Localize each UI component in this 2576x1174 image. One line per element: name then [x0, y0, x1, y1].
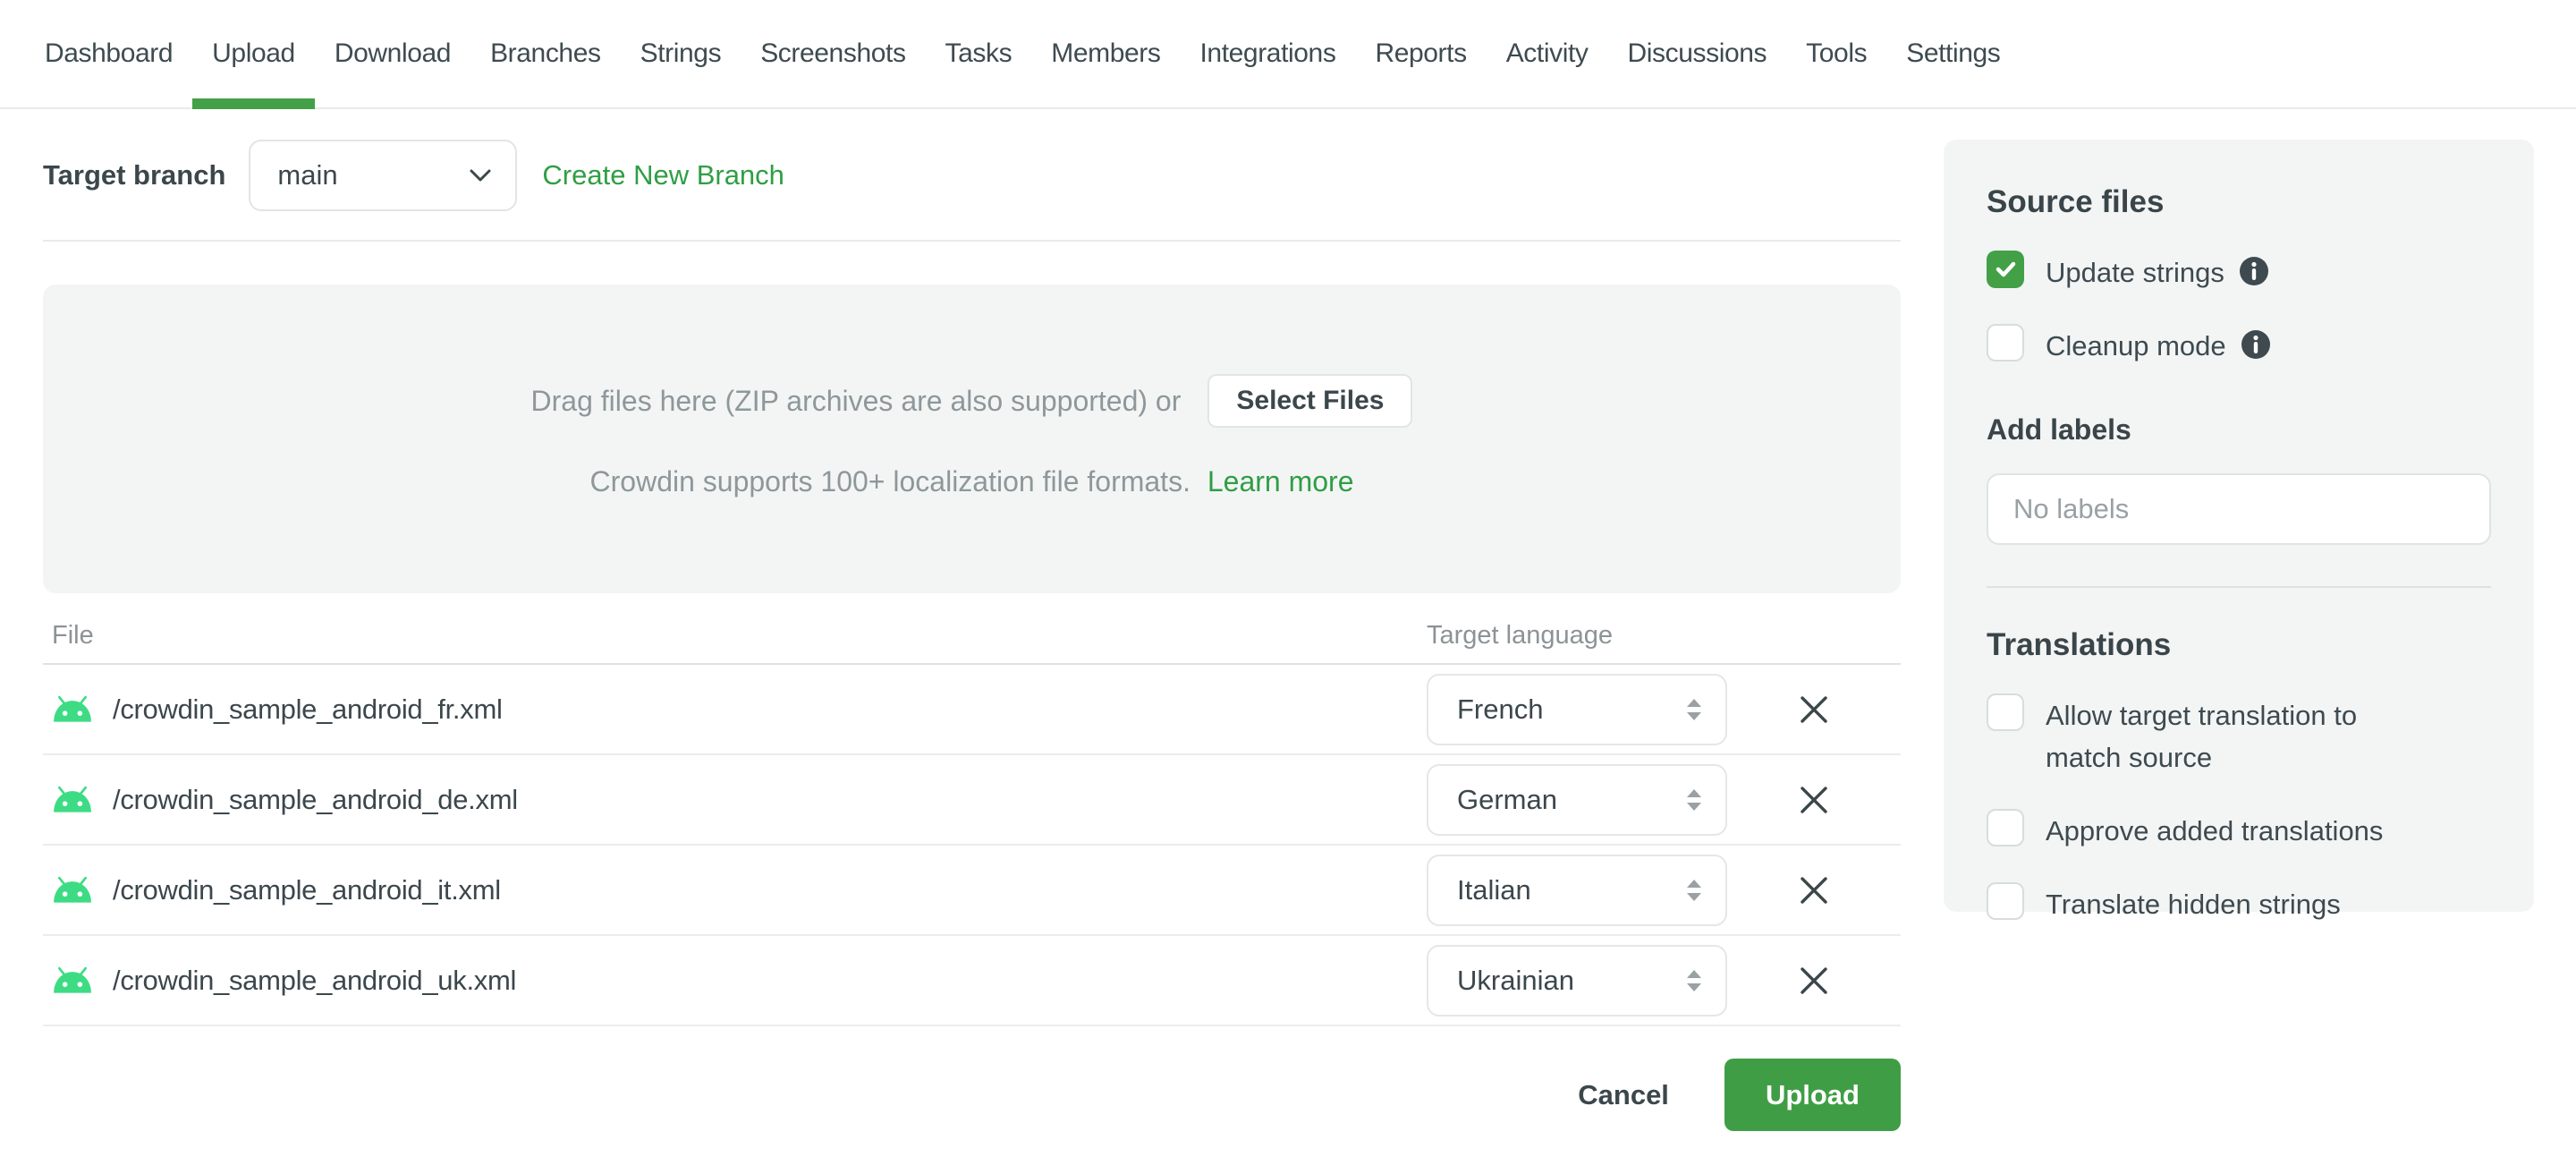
- translations-title: Translations: [1987, 627, 2172, 662]
- learn-more-link[interactable]: Learn more: [1208, 465, 1354, 498]
- tab-upload[interactable]: Upload: [192, 0, 315, 109]
- uploaded-files-table: File Target language /crowdin_sample_and…: [43, 608, 1901, 1026]
- file-cell: /crowdin_sample_android_it.xml: [43, 874, 1427, 906]
- file-cell: /crowdin_sample_android_de.xml: [43, 784, 1427, 816]
- file-cell: /crowdin_sample_android_uk.xml: [43, 965, 1427, 997]
- section-divider: [43, 240, 1901, 242]
- remove-file-button[interactable]: [1785, 952, 1843, 1009]
- close-icon: [1801, 695, 1827, 723]
- tab-activity[interactable]: Activity: [1487, 0, 1608, 107]
- dropzone-instruction: Drag files here (ZIP archives are also s…: [530, 384, 1182, 417]
- update-strings-option: Update strings: [1987, 251, 2491, 294]
- tab-dashboard[interactable]: Dashboard: [25, 0, 192, 107]
- target-language-select[interactable]: German: [1427, 763, 1727, 836]
- target-language-select[interactable]: French: [1427, 673, 1727, 745]
- tab-settings[interactable]: Settings: [1886, 0, 2020, 107]
- file-cell: /crowdin_sample_android_fr.xml: [43, 693, 1427, 726]
- update-strings-checkbox[interactable]: [1987, 251, 2024, 288]
- tab-discussions[interactable]: Discussions: [1608, 0, 1787, 107]
- table-row: /crowdin_sample_android_fr.xml French: [43, 665, 1901, 755]
- table-row: /crowdin_sample_android_uk.xml Ukrainian: [43, 936, 1901, 1026]
- close-icon: [1801, 786, 1827, 813]
- translate-hidden-label: Translate hidden strings: [2046, 889, 2341, 920]
- target-language-value: German: [1457, 783, 1557, 815]
- remove-file-button[interactable]: [1785, 681, 1843, 738]
- cleanup-mode-label: Cleanup mode: [2046, 330, 2226, 362]
- select-files-button[interactable]: Select Files: [1208, 374, 1413, 428]
- translate-hidden-option: Translate hidden strings: [1987, 882, 2491, 925]
- table-header: File Target language: [43, 608, 1901, 665]
- select-arrows-icon: [1687, 788, 1701, 811]
- target-language-value: Ukrainian: [1457, 964, 1574, 996]
- android-file-icon: [54, 786, 91, 812]
- tab-strings[interactable]: Strings: [621, 0, 741, 107]
- allow-match-source-option: Allow target translation to match source: [1987, 693, 2491, 778]
- target-language-select[interactable]: Italian: [1427, 854, 1727, 926]
- tab-download[interactable]: Download: [315, 0, 470, 107]
- tab-screenshots[interactable]: Screenshots: [741, 0, 925, 107]
- android-file-icon: [54, 695, 91, 722]
- tab-reports[interactable]: Reports: [1355, 0, 1486, 107]
- upload-button[interactable]: Upload: [1724, 1059, 1901, 1131]
- target-branch-row: Target branch main Create New Branch: [43, 140, 1901, 211]
- check-icon: [1996, 261, 2016, 277]
- tab-tasks[interactable]: Tasks: [926, 0, 1032, 107]
- upload-options-panel: Source files Update strings Cleanup mode…: [1944, 140, 2534, 920]
- update-strings-label: Update strings: [2046, 257, 2224, 288]
- sidebar-divider: [1987, 586, 2491, 588]
- approve-added-label: Approve added translations: [2046, 815, 2384, 846]
- translate-hidden-checkbox[interactable]: [1987, 882, 2024, 920]
- target-branch-select[interactable]: main: [249, 140, 518, 211]
- column-header-language: Target language: [1427, 620, 1613, 650]
- tab-members[interactable]: Members: [1031, 0, 1180, 107]
- cleanup-mode-checkbox[interactable]: [1987, 324, 2024, 362]
- tab-branches[interactable]: Branches: [470, 0, 621, 107]
- approve-added-option: Approve added translations: [1987, 809, 2491, 852]
- target-language-value: French: [1457, 693, 1544, 725]
- approve-added-checkbox[interactable]: [1987, 809, 2024, 846]
- select-arrows-icon: [1687, 969, 1701, 991]
- dropzone-instruction-row: Drag files here (ZIP archives are also s…: [531, 374, 1413, 428]
- labels-input[interactable]: [1987, 473, 2491, 545]
- add-labels-title: Add labels: [1987, 413, 2131, 446]
- cancel-button[interactable]: Cancel: [1578, 1079, 1669, 1111]
- upload-main-panel: Target branch main Create New Branch Dra…: [43, 109, 1901, 1131]
- file-name: /crowdin_sample_android_de.xml: [113, 783, 518, 815]
- file-name: /crowdin_sample_android_uk.xml: [113, 964, 517, 996]
- cleanup-mode-option: Cleanup mode: [1987, 324, 2491, 367]
- target-branch-value: main: [277, 159, 338, 191]
- project-tab-bar: Dashboard Upload Download Branches Strin…: [0, 0, 2576, 109]
- table-row: /crowdin_sample_android_de.xml German: [43, 755, 1901, 846]
- target-language-select[interactable]: Ukrainian: [1427, 944, 1727, 1017]
- close-icon: [1801, 876, 1827, 904]
- allow-match-source-checkbox[interactable]: [1987, 693, 2024, 731]
- formats-note: Crowdin supports 100+ localization file …: [590, 465, 1354, 498]
- chevron-down-icon: [470, 169, 491, 182]
- form-actions: Cancel Upload: [43, 1059, 1901, 1131]
- select-arrows-icon: [1687, 698, 1701, 720]
- allow-match-source-label: Allow target translation to match source: [2046, 700, 2358, 773]
- create-new-branch-link[interactable]: Create New Branch: [542, 159, 784, 191]
- target-branch-label: Target branch: [43, 159, 226, 191]
- tab-integrations[interactable]: Integrations: [1180, 0, 1355, 107]
- file-name: /crowdin_sample_android_fr.xml: [113, 693, 503, 725]
- file-dropzone[interactable]: Drag files here (ZIP archives are also s…: [43, 285, 1901, 593]
- file-name: /crowdin_sample_android_it.xml: [113, 873, 501, 906]
- remove-file-button[interactable]: [1785, 862, 1843, 919]
- tab-tools[interactable]: Tools: [1786, 0, 1886, 107]
- formats-text: Crowdin supports 100+ localization file …: [589, 465, 1191, 498]
- close-icon: [1801, 966, 1827, 994]
- select-arrows-icon: [1687, 879, 1701, 901]
- target-language-value: Italian: [1457, 873, 1531, 906]
- column-header-file: File: [52, 620, 94, 650]
- android-file-icon: [54, 966, 91, 993]
- table-row: /crowdin_sample_android_it.xml Italian: [43, 846, 1901, 936]
- info-icon[interactable]: [2239, 256, 2269, 286]
- remove-file-button[interactable]: [1785, 771, 1843, 829]
- source-files-title: Source files: [1987, 184, 2165, 219]
- android-file-icon: [54, 876, 91, 903]
- info-icon[interactable]: [2241, 329, 2271, 360]
